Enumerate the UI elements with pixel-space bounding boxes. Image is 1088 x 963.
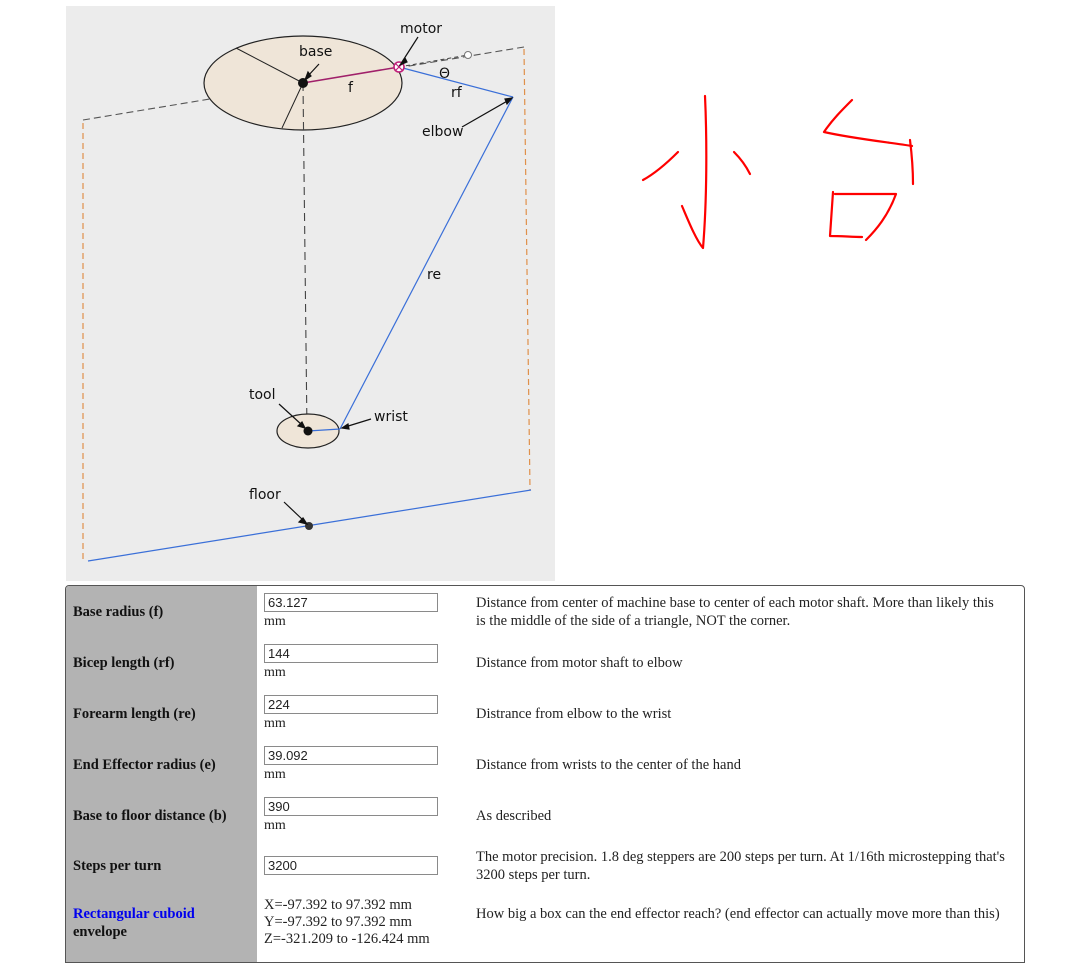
label-floor: floor bbox=[249, 487, 281, 503]
param-row-floor-distance: Base to floor distance (b) mm As describ… bbox=[66, 790, 1024, 841]
param-unit: mm bbox=[264, 767, 286, 782]
param-row-steps-per-turn: Steps per turn The motor precision. 1.8 … bbox=[66, 841, 1024, 892]
effector-radius-input[interactable] bbox=[264, 746, 438, 765]
bicep-length-input[interactable] bbox=[264, 644, 438, 663]
param-description: Distance from motor shaft to elbow bbox=[476, 655, 683, 671]
label-rf: rf bbox=[451, 85, 463, 101]
envelope-description: How big a box can the end effector reach… bbox=[476, 906, 1000, 922]
label-motor: motor bbox=[400, 21, 442, 37]
envelope-label-rest: envelope bbox=[73, 924, 127, 940]
x-range: X=-97.392 to 97.392 mm bbox=[264, 897, 412, 913]
label-wrist: wrist bbox=[374, 409, 408, 425]
floor-distance-input[interactable] bbox=[264, 797, 438, 816]
label-base: base bbox=[299, 44, 332, 60]
forearm-re bbox=[339, 96, 514, 430]
param-description: As described bbox=[476, 808, 552, 824]
param-label: End Effector radius (e) bbox=[73, 757, 216, 773]
param-label: Forearm length (re) bbox=[73, 706, 196, 722]
param-row-bicep-length: Bicep length (rf) mm Distance from motor… bbox=[66, 637, 1024, 688]
handwritten-annotation bbox=[641, 94, 915, 250]
forearm-length-input[interactable] bbox=[264, 695, 438, 714]
label-elbow: elbow bbox=[422, 124, 463, 140]
param-row-forearm-length: Forearm length (re) mm Distrance from el… bbox=[66, 688, 1024, 739]
envelope-ranges: X=-97.392 to 97.392 mm Y=-97.392 to 97.3… bbox=[264, 897, 430, 948]
param-label: Base radius (f) bbox=[73, 604, 164, 620]
param-description: Distance from wrists to the center of th… bbox=[476, 757, 741, 773]
motor-axis-end bbox=[464, 51, 472, 59]
parameters-table: Base radius (f) mm Distance from center … bbox=[65, 585, 1025, 963]
param-row-envelope: Rectangular cuboid envelope X=-97.392 to … bbox=[66, 892, 1024, 962]
param-unit: mm bbox=[264, 716, 286, 731]
param-row-base-radius: Base radius (f) mm Distance from center … bbox=[66, 586, 1024, 637]
z-range: Z=-321.209 to -126.424 mm bbox=[264, 931, 430, 947]
param-description: Distrance from elbow to the wrist bbox=[476, 706, 672, 722]
param-unit: mm bbox=[264, 614, 286, 629]
motor-axis bbox=[398, 54, 469, 68]
envelope-right-edge bbox=[523, 48, 531, 491]
param-unit: mm bbox=[264, 665, 286, 680]
param-unit: mm bbox=[264, 818, 286, 833]
delta-robot-diagram: motor base f Θ rf elbow re tool wrist fl… bbox=[66, 6, 555, 581]
label-re: re bbox=[427, 267, 441, 283]
param-label: Base to floor distance (b) bbox=[73, 808, 227, 824]
param-description: The motor precision. 1.8 deg steppers ar… bbox=[476, 849, 1005, 883]
param-row-effector-radius: End Effector radius (e) mm Distance from… bbox=[66, 739, 1024, 790]
steps-per-turn-input[interactable] bbox=[264, 856, 438, 875]
y-range: Y=-97.392 to 97.392 mm bbox=[264, 914, 412, 930]
center-axis bbox=[302, 82, 308, 433]
base-radius-input[interactable] bbox=[264, 593, 438, 612]
param-description: Distance from center of machine base to … bbox=[476, 595, 994, 629]
diagram-svg: motor base f Θ rf elbow re tool wrist fl… bbox=[82, 21, 532, 562]
param-label: Steps per turn bbox=[73, 858, 162, 874]
param-label: Bicep length (rf) bbox=[73, 655, 175, 671]
label-tool: tool bbox=[249, 387, 276, 403]
envelope-link[interactable]: Rectangular cuboid envelope bbox=[73, 905, 195, 941]
label-theta: Θ bbox=[439, 66, 450, 82]
